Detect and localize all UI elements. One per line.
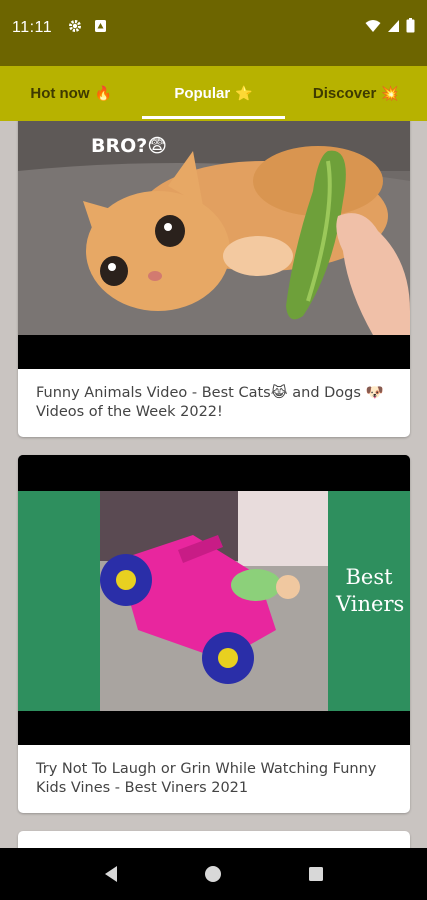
wifi-icon (365, 19, 381, 38)
status-time: 11:11 (12, 19, 53, 36)
star-icon: ⭐ (235, 85, 253, 101)
video-thumbnail[interactable]: BRO?😨 (18, 121, 410, 369)
gear-icon (68, 19, 82, 38)
tab-bar: Hot now 🔥 Popular ⭐ Discover 💥 (0, 66, 427, 121)
system-nav-bar (0, 848, 427, 900)
home-icon[interactable] (198, 859, 228, 889)
status-bar: 11:11 (0, 0, 427, 66)
video-card[interactable]: BRO?😨 Funny Animals Video - Best Cats😹 a… (18, 121, 410, 437)
video-card[interactable]: Best Viners Try Not To Laugh or Grin Whi… (18, 455, 410, 813)
fire-icon: 🔥 (94, 85, 112, 101)
video-thumbnail[interactable]: Best Viners (18, 455, 410, 745)
battery-icon (406, 18, 415, 38)
tab-hot-now[interactable]: Hot now 🔥 (0, 66, 142, 121)
tab-discover[interactable]: Discover 💥 (285, 66, 427, 121)
tab-label: Popular (174, 85, 231, 102)
video-title[interactable]: Funny Animals Video - Best Cats😹 and Dog… (18, 369, 410, 422)
thumbnail-overlay-text: Best Viners (336, 565, 405, 616)
video-title[interactable]: Try Not To Laugh or Grin While Watching … (18, 745, 410, 798)
signal-icon (387, 19, 400, 38)
cat-thumbnail-image (18, 121, 410, 369)
tab-label: Discover (312, 85, 377, 102)
thumbnail-overlay-text: BRO?😨 (91, 135, 168, 157)
recents-icon[interactable] (301, 859, 331, 889)
video-feed[interactable]: BRO?😨 Funny Animals Video - Best Cats😹 a… (0, 121, 427, 848)
android-icon (94, 19, 107, 38)
tab-label: Hot now (30, 85, 90, 102)
back-icon[interactable] (96, 859, 126, 889)
video-card[interactable] (18, 831, 410, 848)
collision-icon: 💥 (381, 85, 399, 101)
tab-popular[interactable]: Popular ⭐ (142, 66, 285, 121)
